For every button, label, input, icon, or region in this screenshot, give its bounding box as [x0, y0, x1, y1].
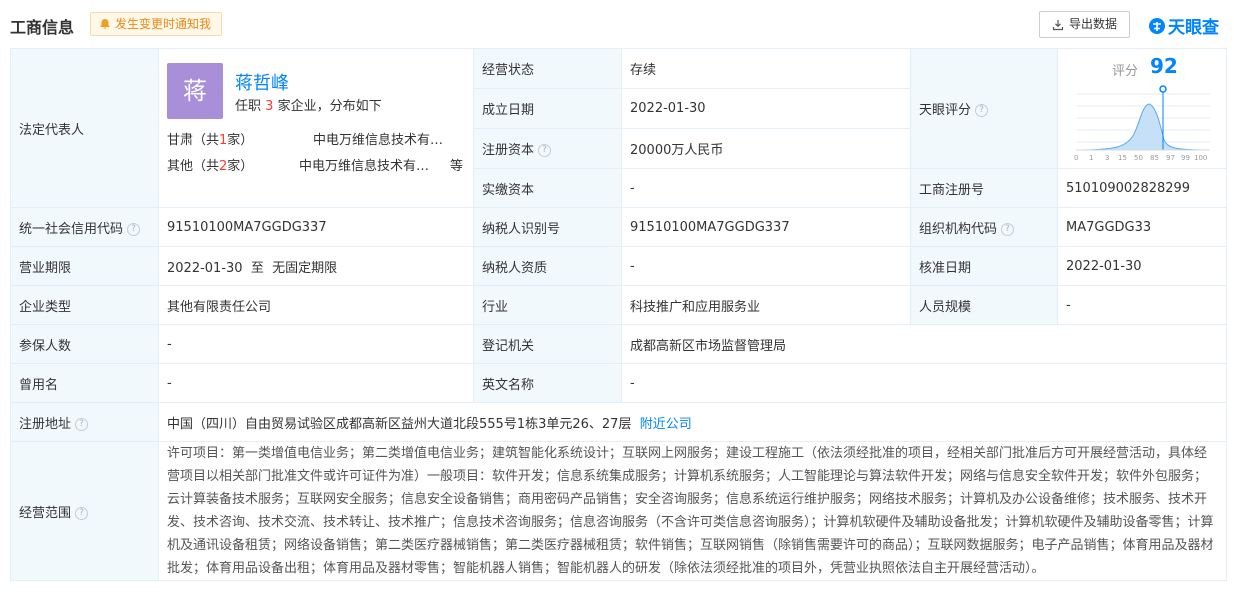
- english-name-value: -: [621, 363, 1227, 403]
- rep-more-text[interactable]: 等: [450, 155, 463, 174]
- bell-icon: [100, 19, 110, 29]
- help-icon[interactable]: ?: [75, 506, 89, 520]
- score-value: 92: [1150, 53, 1178, 78]
- status-value: 存续: [621, 48, 911, 89]
- notify-label: 发生变更时通知我: [115, 17, 212, 31]
- credit-code-value: 91510100MA7GGDG337: [158, 207, 474, 247]
- help-icon[interactable]: ?: [538, 144, 552, 157]
- approve-date-value: 2022-01-30: [1057, 246, 1227, 286]
- legal-rep-name-link[interactable]: 蒋哲峰: [235, 69, 289, 95]
- notify-button[interactable]: 发生变更时通知我: [90, 12, 223, 36]
- capital-value: 20000万人民币: [621, 128, 911, 169]
- nearby-companies-link[interactable]: 附近公司: [640, 417, 692, 432]
- term-label: 营业期限: [10, 246, 159, 286]
- legal-rep-label: 法定代表人: [10, 48, 159, 208]
- rep-company-link[interactable]: 中电万维信息技术有…: [299, 155, 429, 174]
- top-bar: 工商信息 发生变更时通知我 导出数据 天眼查: [0, 0, 1234, 48]
- taxid-value: 91510100MA7GGDG337: [621, 207, 911, 247]
- tax-qual-label: 纳税人资质: [473, 246, 622, 286]
- industry-value: 科技推广和应用服务业: [621, 285, 911, 325]
- download-icon: [1052, 19, 1064, 30]
- brand-name: 天眼查: [1168, 18, 1219, 38]
- staff-size-label: 人员规模: [910, 285, 1058, 325]
- tick-label: 3: [1105, 154, 1109, 162]
- tick-label: 15: [1118, 154, 1127, 162]
- help-icon[interactable]: ?: [975, 104, 989, 117]
- rep-region-row[interactable]: 甘肃（共1家） 中电万维信息技术有…: [167, 129, 459, 148]
- export-button[interactable]: 导出数据: [1039, 11, 1130, 38]
- score-cell[interactable]: 评分 92 0 1 3 15 50 85 97 99 100: [1057, 48, 1227, 169]
- rep-company-link[interactable]: 中电万维信息技术有…: [313, 129, 443, 148]
- tick-label: 100: [1194, 154, 1207, 162]
- tick-label: 85: [1150, 154, 1159, 162]
- paid-capital-label: 实缴资本: [473, 168, 622, 208]
- business-info-table: 法定代表人 蒋 蒋哲峰 任职 3 家企业，分布如下 甘肃（共1家） 中电万维信息…: [10, 48, 1227, 581]
- company-type-value: 其他有限责任公司: [158, 285, 474, 325]
- regno-label: 工商注册号: [910, 168, 1058, 208]
- score-distribution-chart: 0 1 3 15 50 85 97 99 100: [1074, 84, 1211, 162]
- regno-value: 510109002828299: [1057, 168, 1227, 208]
- legal-rep-summary: 任职 3 家企业，分布如下: [235, 99, 382, 114]
- rep-region-row[interactable]: 其他（共2家） 中电万维信息技术有… 等: [167, 155, 463, 174]
- founded-value: 2022-01-30: [621, 88, 911, 129]
- founded-label: 成立日期: [473, 88, 622, 129]
- former-name-label: 曾用名: [10, 363, 159, 403]
- help-icon[interactable]: ?: [127, 222, 141, 236]
- tick-label: 97: [1166, 154, 1175, 162]
- tick-label: 50: [1134, 154, 1143, 162]
- tick-label: 1: [1089, 154, 1093, 162]
- help-icon[interactable]: ?: [75, 417, 89, 431]
- section-title: 工商信息: [10, 18, 75, 37]
- export-label: 导出数据: [1068, 17, 1117, 31]
- avatar[interactable]: 蒋: [167, 63, 223, 119]
- english-name-label: 英文名称: [473, 363, 622, 403]
- credit-code-label-cell: 统一社会信用代码?: [10, 207, 159, 247]
- insured-value: -: [158, 324, 474, 364]
- address-cell: 中国（四川）自由贸易试验区成都高新区益州大道北段555号1栋3单元26、27层 …: [158, 402, 1227, 442]
- scope-label-cell: 经营范围?: [10, 441, 159, 581]
- tianyancha-logo-icon: [1149, 17, 1165, 34]
- authority-value: 成都高新区市场监督管理局: [621, 324, 1227, 364]
- approve-date-label: 核准日期: [910, 246, 1058, 286]
- taxid-label: 纳税人识别号: [473, 207, 622, 247]
- brand-logo: 天眼查: [1148, 13, 1219, 38]
- tick-label: 99: [1181, 154, 1190, 162]
- company-type-label: 企业类型: [10, 285, 159, 325]
- capital-label-cell: 注册资本?: [473, 128, 622, 169]
- industry-label: 行业: [473, 285, 622, 325]
- status-label: 经营状态: [473, 48, 622, 89]
- address-value: 中国（四川）自由贸易试验区成都高新区益州大道北段555号1栋3单元26、27层: [167, 416, 632, 432]
- staff-size-value: -: [1057, 285, 1227, 325]
- org-code-label-cell: 组织机构代码?: [910, 207, 1058, 247]
- tick-label: 0: [1074, 154, 1078, 162]
- legal-rep-cell: 蒋 蒋哲峰 任职 3 家企业，分布如下 甘肃（共1家） 中电万维信息技术有… 其…: [158, 48, 474, 208]
- tax-qual-value: -: [621, 246, 911, 286]
- help-icon[interactable]: ?: [1001, 222, 1015, 236]
- business-scope-value: 许可项目：第一类增值电信业务；第二类增值电信业务；建筑智能化系统设计；互联网上网…: [158, 441, 1227, 581]
- insured-label: 参保人数: [10, 324, 159, 364]
- former-name-value: -: [158, 363, 474, 403]
- org-code-value: MA7GGDG33: [1057, 207, 1227, 247]
- score-label-cell: 天眼评分?: [910, 48, 1058, 169]
- term-value: 2022-01-30 至 无固定期限: [158, 246, 474, 286]
- paid-capital-value: -: [621, 168, 911, 208]
- authority-label: 登记机关: [473, 324, 622, 364]
- address-label-cell: 注册地址?: [10, 402, 159, 442]
- score-text: 评分: [1112, 63, 1139, 79]
